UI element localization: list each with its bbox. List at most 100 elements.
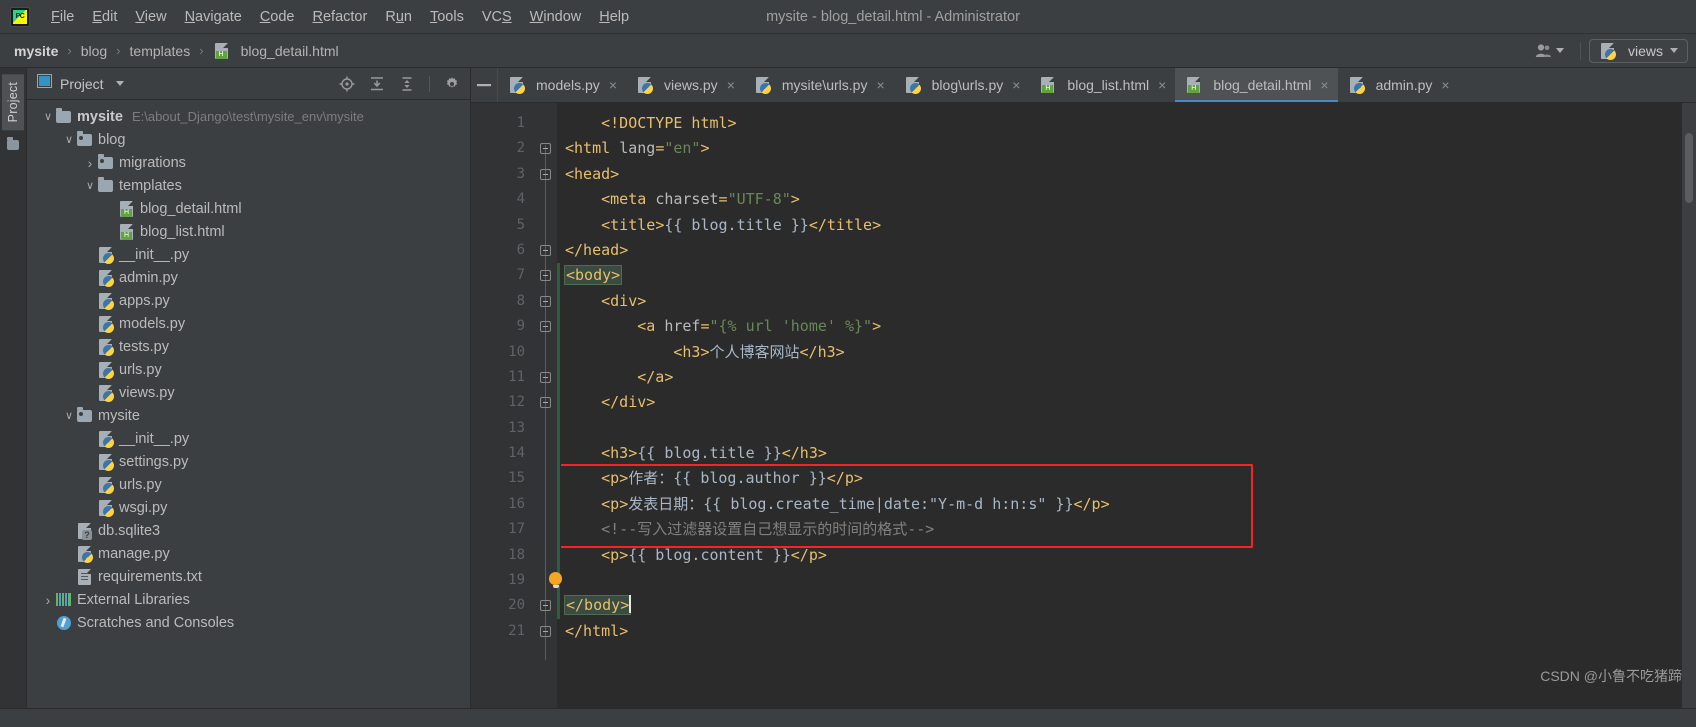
expand-all-icon[interactable] (369, 76, 385, 92)
tree-item-blog-list-html[interactable]: Hblog_list.html (27, 220, 470, 243)
structure-icon[interactable] (7, 137, 19, 151)
editor-tab-blog_list-html[interactable]: Hblog_list.html × (1029, 68, 1175, 102)
menu-tools[interactable]: Tools (421, 6, 473, 28)
tree-item-settings-py[interactable]: settings.py (27, 450, 470, 473)
fold-end-icon[interactable] (540, 397, 551, 409)
editor-tab-views-py[interactable]: views.py × (626, 68, 744, 102)
code-line-3[interactable]: <head> (561, 162, 1681, 187)
menu-code[interactable]: Code (251, 6, 304, 28)
code-line-11[interactable]: </a> (561, 365, 1681, 390)
chevron-down-icon[interactable] (115, 81, 124, 86)
menu-refactor[interactable]: Refactor (304, 6, 377, 28)
fold-collapse-icon[interactable] (540, 143, 551, 155)
code-text[interactable]: <!DOCTYPE html> <html lang="en"> <head> <m… (561, 103, 1681, 708)
close-icon[interactable]: × (1012, 78, 1020, 92)
chevron-down-icon[interactable]: ∨ (83, 179, 97, 192)
code-line-9[interactable]: <a href="{% url 'home' %}"> (561, 314, 1681, 339)
fold-collapse-icon[interactable] (540, 321, 551, 333)
code-line-17[interactable]: <!--写入过滤器设置自己想显示的时间的格式--> (561, 517, 1681, 542)
collapse-all-icon[interactable] (399, 76, 415, 92)
gear-icon[interactable] (444, 76, 460, 92)
code-line-18[interactable]: <p>{{ blog.content }}</p> (561, 543, 1681, 568)
close-icon[interactable]: × (1320, 78, 1328, 92)
breadcrumb-item-templates[interactable]: templates (128, 41, 193, 61)
close-icon[interactable]: × (727, 78, 735, 92)
code-line-13[interactable] (561, 416, 1681, 441)
editor-tab-blog-urls-py[interactable]: blog\urls.py × (894, 68, 1030, 102)
tree-item-views-py[interactable]: views.py (27, 381, 470, 404)
code-line-16[interactable]: <p>发表日期：{{ blog.create_time|date:"Y-m-d … (561, 492, 1681, 517)
code-editor[interactable]: 1 2 3 4 5 6 7 8 9 10 11 12 13 14 15 16 17 18 19 20 21 <!DOCT… (471, 103, 1696, 708)
menu-window[interactable]: Window (521, 6, 591, 28)
chevron-right-icon[interactable]: › (83, 155, 97, 171)
menu-view[interactable]: View (126, 6, 175, 28)
fold-collapse-icon[interactable] (540, 295, 551, 307)
tree-item-mysite[interactable]: ∨ mysite (27, 404, 470, 427)
code-line-8[interactable]: <div> (561, 289, 1681, 314)
tree-item-apps-py[interactable]: apps.py (27, 289, 470, 312)
chevron-down-icon[interactable]: ∨ (62, 409, 76, 422)
tree-item-scratches-and-consoles[interactable]: Scratches and Consoles (27, 611, 470, 634)
code-line-15[interactable]: <p>作者：{{ blog.author }}</p> (561, 466, 1681, 491)
close-icon[interactable]: × (1158, 78, 1166, 92)
fold-end-icon[interactable] (540, 600, 551, 612)
fold-end-icon[interactable] (540, 371, 551, 383)
project-tree[interactable]: ∨ mysite E:\about_Django\test\mysite_env\m… (27, 100, 470, 708)
run-configuration-selector[interactable]: views (1588, 38, 1688, 63)
tree-item-admin-py[interactable]: admin.py (27, 266, 470, 289)
code-line-12[interactable]: </div> (561, 390, 1681, 415)
editor-tab-admin-py[interactable]: admin.py × (1338, 68, 1459, 102)
tree-item-templates[interactable]: ∨ templates (27, 174, 470, 197)
chevron-down-icon[interactable]: ∨ (62, 133, 76, 146)
tree-item-wsgi-py[interactable]: wsgi.py (27, 496, 470, 519)
menu-vcs[interactable]: VCS (473, 6, 521, 28)
code-line-10[interactable]: <h3>个人博客网站</h3> (561, 340, 1681, 365)
breadcrumb-item-file[interactable]: H blog_detail.html (211, 41, 341, 61)
close-icon[interactable]: × (1441, 78, 1449, 92)
scrollbar-thumb[interactable] (1685, 133, 1693, 203)
menu-navigate[interactable]: Navigate (176, 6, 251, 28)
editor-tab-blog_detail-html[interactable]: Hblog_detail.html × (1175, 68, 1338, 102)
menu-edit[interactable]: Edit (83, 6, 126, 28)
tree-item-mysite[interactable]: ∨ mysite E:\about_Django\test\mysite_env\m… (27, 105, 470, 128)
tree-item-manage-py[interactable]: manage.py (27, 542, 470, 565)
chevron-down-icon[interactable]: ∨ (41, 110, 55, 123)
fold-collapse-icon[interactable] (540, 168, 551, 180)
tree-item-urls-py[interactable]: urls.py (27, 358, 470, 381)
code-folding-gutter[interactable] (535, 103, 562, 708)
close-icon[interactable]: × (876, 78, 884, 92)
tree-item-tests-py[interactable]: tests.py (27, 335, 470, 358)
code-line-14[interactable]: <h3>{{ blog.title }}</h3> (561, 441, 1681, 466)
tree-item-urls-py[interactable]: urls.py (27, 473, 470, 496)
code-line-21[interactable]: </html> (561, 619, 1681, 644)
editor-tab-mysite-urls-py[interactable]: mysite\urls.py × (744, 68, 894, 102)
code-line-6[interactable]: </head> (561, 238, 1681, 263)
close-icon[interactable]: × (609, 78, 617, 92)
fold-end-icon[interactable] (540, 244, 551, 256)
fold-end-icon[interactable] (540, 625, 551, 637)
breadcrumb-item-blog[interactable]: blog (79, 41, 109, 61)
chevron-right-icon[interactable]: › (41, 592, 55, 608)
fold-collapse-icon[interactable] (540, 270, 551, 282)
user-settings-button[interactable] (1527, 40, 1572, 61)
menu-file[interactable]: File (42, 6, 83, 28)
code-line-4[interactable]: <meta charset="UTF-8"> (561, 187, 1681, 212)
tool-window-button-project[interactable]: Project (2, 74, 24, 131)
tree-item-models-py[interactable]: models.py (27, 312, 470, 335)
breadcrumb-item-mysite[interactable]: mysite (12, 41, 60, 61)
tree-item-migrations[interactable]: › migrations (27, 151, 470, 174)
tree-item-blog-detail-html[interactable]: Hblog_detail.html (27, 197, 470, 220)
code-line-1[interactable]: <!DOCTYPE html> (561, 111, 1681, 136)
code-line-7[interactable]: <body> (561, 263, 1681, 288)
code-line-19[interactable] (561, 568, 1681, 593)
tree-item-db-sqlite3[interactable]: db.sqlite3 (27, 519, 470, 542)
hide-tabs-button[interactable] (471, 68, 498, 102)
tree-item-external-libraries[interactable]: › External Libraries (27, 588, 470, 611)
code-line-20[interactable]: </body> (561, 593, 1681, 618)
code-line-2[interactable]: <html lang="en"> (561, 136, 1681, 161)
editor-tab-models-py[interactable]: models.py × (498, 68, 626, 102)
tree-item---init---py[interactable]: __init__.py (27, 427, 470, 450)
menu-run[interactable]: Run (376, 6, 421, 28)
tree-item---init---py[interactable]: __init__.py (27, 243, 470, 266)
locate-icon[interactable] (339, 76, 355, 92)
